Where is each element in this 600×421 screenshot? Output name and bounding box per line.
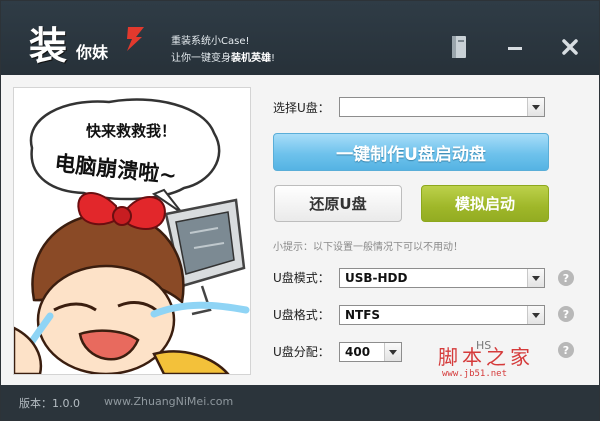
book-icon[interactable] bbox=[446, 34, 472, 60]
slogan-prefix: 让你一键变身 bbox=[171, 53, 231, 64]
dropdown-arrow-icon bbox=[527, 98, 544, 116]
dropdown-arrow-icon bbox=[527, 306, 544, 324]
crying-girl-illustration: 快来救救我！ 电脑崩溃啦~ bbox=[14, 98, 250, 374]
usb-alloc-value: 400 bbox=[345, 345, 371, 359]
watermark-sub: www.jb51.net bbox=[442, 369, 508, 379]
dropdown-arrow-icon bbox=[384, 343, 401, 361]
usb-format-value: NTFS bbox=[345, 308, 381, 322]
version-text: 版本：1.0.0 bbox=[19, 397, 80, 410]
help-icon[interactable]: ? bbox=[558, 270, 574, 286]
title-bar: 装 你妹 重装系统小Case! 让你一键变身装机英雄! bbox=[1, 1, 599, 75]
logo-secondary: 你妹 bbox=[76, 43, 109, 62]
watermark: 脚本之家 www.jb51.net bbox=[438, 341, 558, 385]
usb-alloc-label: U盘分配： bbox=[273, 345, 330, 359]
close-icon[interactable] bbox=[557, 34, 583, 60]
drive-select[interactable] bbox=[339, 97, 545, 117]
logo-main: 装 bbox=[29, 24, 68, 68]
usb-format-label: U盘格式： bbox=[273, 308, 330, 322]
footer-bar: 版本：1.0.0 www.ZhuangNiMei.com bbox=[1, 385, 599, 420]
slogan-suffix: ! bbox=[271, 53, 276, 64]
select-drive-label: 选择U盘： bbox=[273, 101, 330, 115]
website-link[interactable]: www.ZhuangNiMei.com bbox=[104, 395, 233, 408]
watermark-main: 脚本之家 bbox=[438, 345, 534, 369]
usb-mode-select[interactable]: USB-HDD bbox=[339, 268, 545, 288]
bubble-text-1: 快来救救我！ bbox=[86, 122, 176, 140]
minimize-icon[interactable] bbox=[502, 34, 528, 60]
usb-format-select[interactable]: NTFS bbox=[339, 305, 545, 325]
restore-usb-button[interactable]: 还原U盘 bbox=[274, 185, 402, 222]
usb-alloc-select[interactable]: 400 bbox=[339, 342, 402, 362]
usb-mode-value: USB-HDD bbox=[345, 271, 408, 285]
make-boot-usb-button[interactable]: 一键制作U盘启动盘 bbox=[273, 133, 549, 171]
usb-mode-label: U盘模式： bbox=[273, 271, 330, 285]
slogan-line1: 重装系统小Case! bbox=[171, 36, 250, 47]
dropdown-arrow-icon bbox=[527, 269, 544, 287]
app-window: 装 你妹 重装系统小Case! 让你一键变身装机英雄! 快来救救我！ 电脑崩溃啦… bbox=[0, 0, 600, 421]
help-icon[interactable]: ? bbox=[558, 306, 574, 322]
illustration-panel: 快来救救我！ 电脑崩溃啦~ bbox=[13, 87, 251, 375]
slogan-line2: 让你一键变身装机英雄! bbox=[171, 49, 275, 64]
logo-flag-icon bbox=[127, 27, 144, 51]
simulate-boot-button[interactable]: 模拟启动 bbox=[421, 185, 549, 222]
tip-text: 小提示：以下设置一般情况下可以不用动！ bbox=[273, 242, 463, 253]
slogan-highlight: 装机英雄 bbox=[231, 53, 271, 64]
help-icon[interactable]: ? bbox=[558, 342, 574, 358]
